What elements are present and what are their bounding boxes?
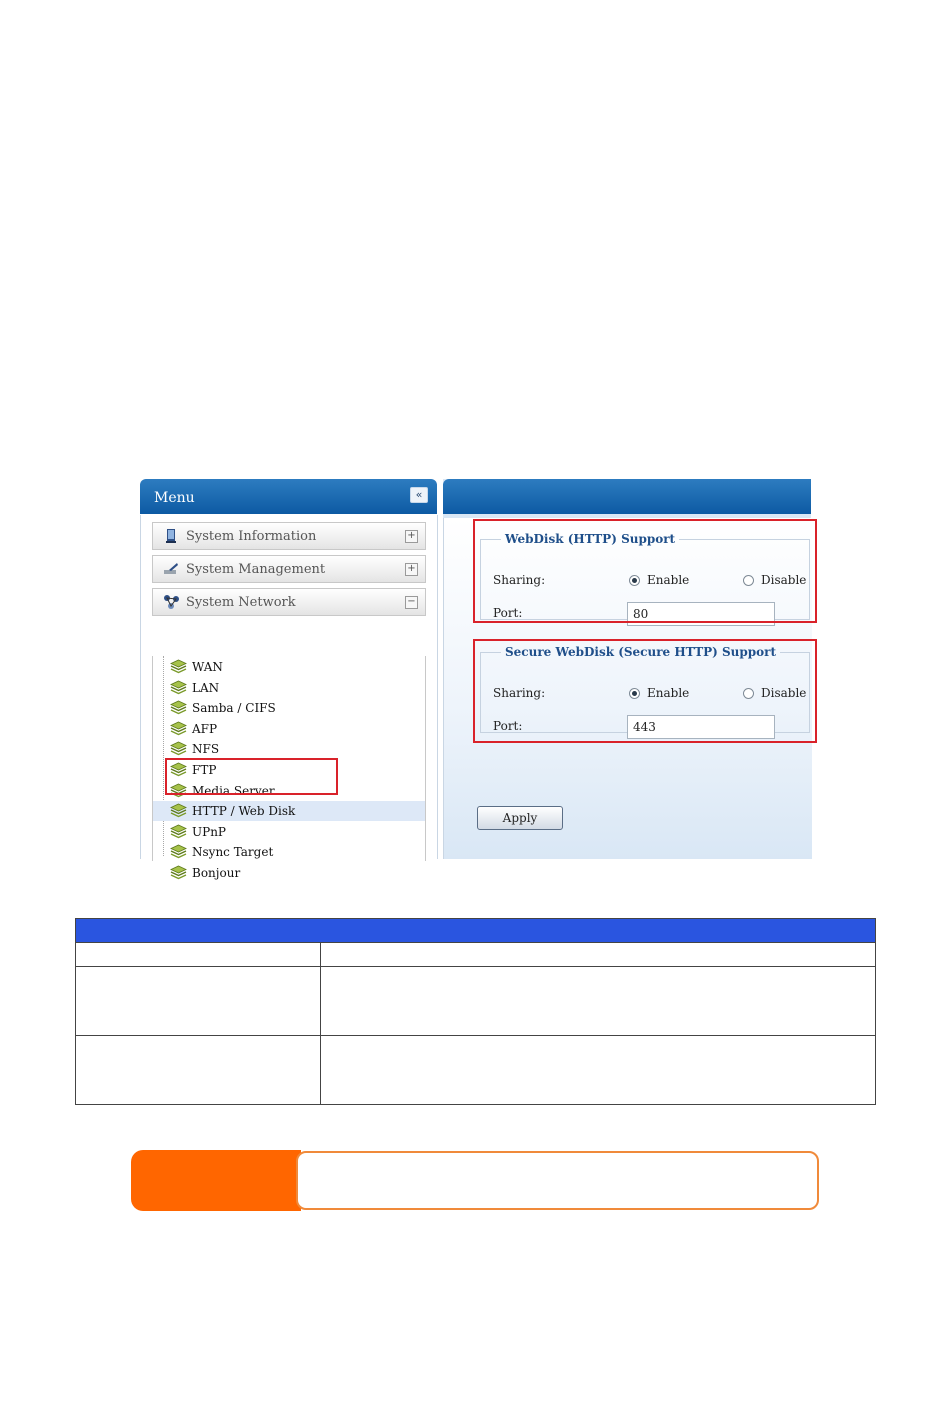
service-icon [170,659,187,675]
category-system-network[interactable]: System Network − [152,588,426,616]
sidebar-item-wan[interactable]: WAN [153,657,425,677]
sidebar-item-nfs[interactable]: NFS [153,739,425,759]
service-icon [170,721,187,737]
category-system-information[interactable]: System Information + [152,522,426,550]
highlight-http-web-disk-item [165,758,338,795]
info-icon [163,528,179,544]
sidebar-item-label: Samba / CIFS [192,701,276,716]
highlight-webdisk-section [473,519,817,623]
sidebar-item-samba-cifs[interactable]: Samba / CIFS [153,698,425,718]
sidebar-item-afp[interactable]: AFP [153,719,425,739]
collapse-menu-button[interactable]: « [410,487,428,503]
expand-icon[interactable]: + [405,563,418,576]
apply-button[interactable]: Apply [477,806,563,830]
service-icon [170,680,187,696]
category-label: System Network [186,595,296,610]
sidebar-item-label: AFP [192,721,218,736]
service-icon [170,824,187,840]
category-label: System Information [186,529,317,544]
table-header-row [75,918,876,943]
table-row [75,966,876,1036]
sidebar-item-upnp[interactable]: UPnP [153,822,425,842]
service-icon [170,741,187,757]
menu-panel: Menu « System Information + System Manag… [140,479,438,880]
menu-header: Menu « [140,479,437,514]
sidebar-item-label: UPnP [192,824,226,839]
category-label: System Management [186,562,326,577]
sidebar-item-nsync-target[interactable]: Nsync Target [153,842,425,862]
service-icon [170,700,187,716]
note-box [296,1151,819,1210]
note-tag [131,1150,301,1211]
menu-title: Menu [154,490,195,506]
service-icon [170,844,187,860]
menu-body: System Information + System Management +… [140,515,438,880]
management-icon [163,561,179,577]
service-icon [170,803,187,819]
sidebar-item-label: Bonjour [192,866,241,880]
sidebar-item-label: HTTP / Web Disk [192,804,296,819]
sidebar-item-label: NFS [192,742,220,757]
table-row [75,942,876,967]
sidebar-item-lan[interactable]: LAN [153,678,425,698]
service-icon [170,865,187,881]
sidebar-item-bonjour[interactable]: Bonjour [153,863,425,883]
sidebar-item-label: LAN [192,680,220,695]
category-system-management[interactable]: System Management + [152,555,426,583]
network-icon [163,594,179,610]
content-header [443,479,811,514]
collapse-icon[interactable]: − [405,596,418,609]
table-row [75,1035,876,1105]
highlight-secure-webdisk-section [473,639,817,743]
expand-icon[interactable]: + [405,530,418,543]
sidebar-item-label: Nsync Target [192,845,274,860]
sidebar-item-http-web-disk[interactable]: HTTP / Web Disk [153,801,425,822]
web-ui-screenshot: Menu « System Information + System Manag… [140,479,817,880]
settings-table [75,918,876,1105]
sidebar-item-label: WAN [192,660,223,674]
